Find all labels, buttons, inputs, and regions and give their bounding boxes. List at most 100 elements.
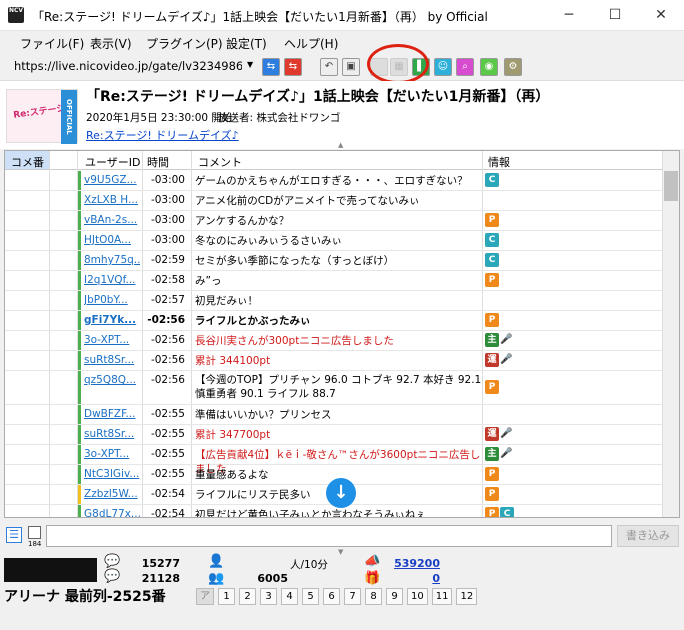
url-field[interactable]: https://live.nicovideo.jp/gate/lv3234986… <box>14 59 242 73</box>
room-block-button[interactable]: 10 <box>407 588 428 605</box>
user-id-link[interactable]: JbP0bY... <box>84 294 140 306</box>
table-row[interactable]: 3o-XPT... -02:56 長谷川実さんが300ptニコニ広告しました 主 🎤 <box>5 331 663 351</box>
scrollbar-thumb[interactable] <box>664 171 678 201</box>
comment-text: ライフルとかぶったみぃ <box>195 315 311 327</box>
gear-icon[interactable]: ⚙ <box>504 58 522 76</box>
expand-icon[interactable]: ▼ <box>338 548 343 556</box>
maximize-icon[interactable]: ☐ <box>592 0 638 31</box>
user-id-link[interactable]: XzLXB H... <box>84 194 140 206</box>
comment-text: アンケするんかな？ <box>195 215 290 227</box>
user-color-bar <box>78 465 81 484</box>
user-color-bar <box>78 331 81 350</box>
table-row[interactable]: 8mhy75q... -02:59 セミが多い季節になったな（すっとぼけ） C <box>5 251 663 271</box>
comment-time: -02:55 <box>150 468 185 480</box>
comment-time: -02:59 <box>150 254 185 266</box>
collapse-icon[interactable]: ▲ <box>338 141 343 149</box>
gift-points[interactable]: 0 <box>386 572 440 585</box>
comment-time: -02:54 <box>150 508 185 518</box>
room-block-button[interactable]: 12 <box>456 588 478 605</box>
comments-icon: 💬 <box>104 569 121 584</box>
room-block-button[interactable]: 11 <box>431 588 453 605</box>
menu-file[interactable]: ファイル(F) <box>20 35 84 52</box>
table-row[interactable]: suRt8Sr... -02:56 累計 344100pt 運 🎤 <box>5 351 663 371</box>
room-block-button[interactable]: 1 <box>218 588 235 605</box>
user-id-link[interactable]: 3o-XPT... <box>84 448 140 460</box>
table-row[interactable]: I2q1VQf... -02:58 み”っ P <box>5 271 663 291</box>
room-block-button[interactable]: 3 <box>260 588 277 605</box>
menu-help[interactable]: ヘルプ(H) <box>284 35 338 52</box>
chevron-down-icon[interactable]: ▼ <box>247 60 253 69</box>
user-color-bar <box>78 485 81 504</box>
user-id-link[interactable]: qz5Q8Q... <box>84 374 140 386</box>
table-row[interactable]: suRt8Sr... -02:55 累計 347700pt 運 🎤 <box>5 425 663 445</box>
premium-badge: P <box>485 380 499 394</box>
table-row[interactable]: 3o-XPT... -02:55 【広告貢献4位】ｋëｉ-敬さん™さんが3600pt… <box>5 445 663 475</box>
comment-text: セミが多い季節になったな（すっとぼけ） <box>195 255 395 267</box>
community-link[interactable]: Re:ステージ! ドリームデイズ♪ <box>86 127 239 143</box>
table-row[interactable]: XzLXB H... -03:00 アニメ化前のCDがアニメイトで売ってないみぃ <box>5 191 663 211</box>
col-comment-no[interactable]: コメ番 <box>5 151 49 169</box>
col-user-id[interactable]: ユーザーID <box>85 154 141 170</box>
app-icon: NCV <box>8 7 24 23</box>
user-id-link[interactable]: suRt8Sr... <box>84 428 140 440</box>
menu-icon[interactable]: ☰ <box>6 527 22 543</box>
window-icon[interactable]: ▣ <box>342 58 360 76</box>
menu-plugin[interactable]: プラグイン(P) <box>146 35 223 52</box>
user-id-link[interactable]: DwBFZF... <box>84 408 140 420</box>
table-row[interactable]: qz5Q8Q... -02:56 【今週のTOP】プリチャン 96.0 コトブキ 9… <box>5 371 663 405</box>
users-icon[interactable]: ☺ <box>434 58 452 76</box>
col-time[interactable]: 時間 <box>147 154 169 170</box>
user-id-link[interactable]: v9U5GZ... <box>84 174 140 186</box>
user-id-link[interactable]: I2q1VQf... <box>84 274 140 286</box>
search-icon[interactable]: ⌕ <box>456 58 474 76</box>
table-row[interactable]: v9U5GZ... -03:00 ゲームのかえちゃんがエロすぎる・・・、エロすぎない… <box>5 171 663 191</box>
room-block-button[interactable]: 8 <box>365 588 382 605</box>
minimize-icon[interactable]: ─ <box>546 0 592 31</box>
connect-icon[interactable]: ⇆ <box>262 58 280 76</box>
table-row[interactable]: vBAn-2s... -03:00 アンケするんかな？ P <box>5 211 663 231</box>
user-id-link[interactable]: suRt8Sr... <box>84 354 140 366</box>
info-badges: 運 🎤 <box>485 353 512 368</box>
user-id-link[interactable]: 8mhy75q... <box>84 254 140 266</box>
mic-icon: 🎤 <box>500 448 513 459</box>
comment-input[interactable] <box>46 525 612 547</box>
room-block-button[interactable]: 4 <box>281 588 298 605</box>
user-id-link[interactable]: Zzbzl5W... <box>84 488 140 500</box>
user-id-link[interactable]: G8dL77x... <box>84 508 140 517</box>
room-block-button[interactable]: 9 <box>386 588 403 605</box>
broadcast-icon[interactable]: ◉ <box>480 58 498 76</box>
room-block-button[interactable]: ア <box>196 588 214 605</box>
col-comment[interactable]: コメント <box>198 154 242 170</box>
table-row[interactable]: DwBFZF... -02:55 準備はいいかい？プリンセス <box>5 405 663 425</box>
user-id-link[interactable]: vBAn-2s... <box>84 214 140 226</box>
col-info[interactable]: 情報 <box>488 154 510 170</box>
menu-view[interactable]: 表示(V) <box>90 35 132 52</box>
table-row[interactable]: G8dL77x... -02:54 初見だけど黄色い子みぃとか言わなそうみぃねぇ P C <box>5 505 663 518</box>
stats-panel: ▼ 💬 💬 15277 21128 👤 👥 人/10分 6005 📣 🎁 539… <box>0 548 684 630</box>
comment-time: -02:55 <box>150 408 185 420</box>
close-icon[interactable]: ✕ <box>638 0 684 31</box>
user-id-link[interactable]: HJtO0A... <box>84 234 140 246</box>
post-button[interactable]: 書き込み <box>617 525 679 547</box>
room-block-button[interactable]: 7 <box>344 588 361 605</box>
user-id-link[interactable]: 3o-XPT... <box>84 334 140 346</box>
program-thumbnail[interactable]: Re:ステージ! OFFICIAL <box>6 89 78 144</box>
disconnect-icon[interactable]: ⇆ <box>284 58 302 76</box>
menu-settings[interactable]: 設定(T) <box>226 35 267 52</box>
table-row[interactable]: JbP0bY... -02:57 初見だみぃ！ <box>5 291 663 311</box>
table-row[interactable]: gFi7Yk... -02:56 ライフルとかぶったみぃ P <box>5 311 663 331</box>
comment-text: 冬なのにみぃみぃうるさいみぃ <box>195 235 342 247</box>
user-color-bar <box>78 211 81 230</box>
table-row[interactable]: HJtO0A... -03:00 冬なのにみぃみぃうるさいみぃ C <box>5 231 663 251</box>
scrollbar[interactable] <box>662 151 679 517</box>
checkbox[interactable] <box>28 526 41 539</box>
room-block-button[interactable]: 5 <box>302 588 319 605</box>
room-blocks: ア 1 2 3 4 5 6 7 8 9 10 11 12 <box>196 588 481 605</box>
user-id-link[interactable]: NtC3lGiv... <box>84 468 140 480</box>
room-block-button[interactable]: 6 <box>323 588 340 605</box>
scroll-down-button[interactable]: ↓ <box>326 478 356 508</box>
undo-icon[interactable]: ↶ <box>320 58 338 76</box>
user-id-link[interactable]: gFi7Yk... <box>84 314 140 326</box>
room-block-button[interactable]: 2 <box>239 588 256 605</box>
ad-points[interactable]: 539200 <box>386 557 440 570</box>
